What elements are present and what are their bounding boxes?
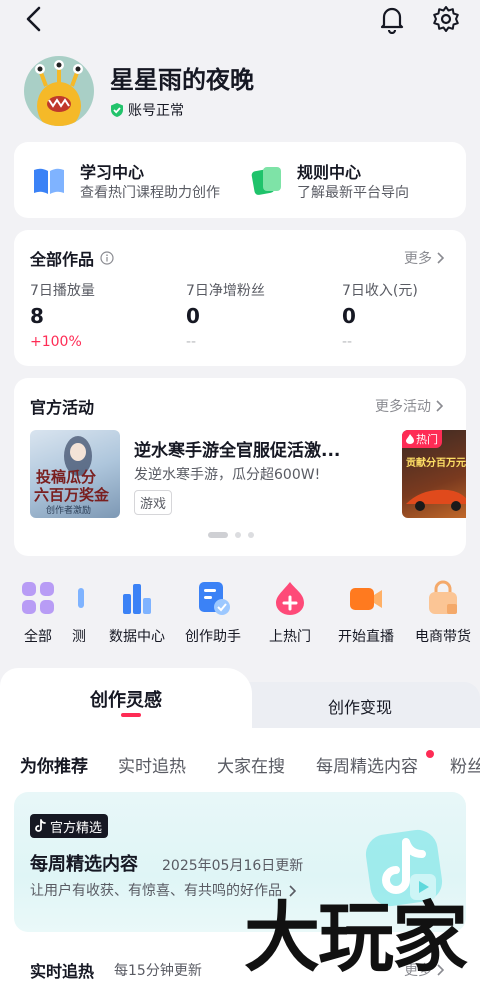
- hot-badge-label: 热门: [416, 433, 438, 446]
- stat-followers-change: --: [186, 334, 197, 350]
- stat-plays-label: 7日播放量: [30, 283, 95, 299]
- shopping-bag-icon: [425, 580, 461, 616]
- chevron-right-icon: [436, 400, 443, 412]
- subtab-recommend[interactable]: 为你推荐: [20, 752, 88, 777]
- realtime-subtitle: 每15分钟更新: [114, 963, 202, 979]
- gear-icon[interactable]: [431, 4, 461, 34]
- tool-live-label: 开始直播: [338, 629, 394, 645]
- activity-name[interactable]: 逆水寒手游全官服促活激...: [134, 436, 340, 461]
- tool-data-center-label: 数据中心: [109, 629, 165, 645]
- subtab-weekly[interactable]: 每周精选内容: [316, 752, 418, 777]
- tab-inspiration[interactable]: 创作灵感: [90, 686, 162, 712]
- account-status[interactable]: 账号正常: [110, 100, 184, 120]
- rules-center[interactable]: 规则中心 了解最新平台导向: [240, 142, 466, 218]
- activity-title: 官方活动: [30, 398, 95, 417]
- carousel-dot: [248, 532, 254, 538]
- next-poster-text: 贡献分百万元: [406, 458, 466, 469]
- subtab-realtime[interactable]: 实时追热: [118, 752, 186, 777]
- tool-ecommerce[interactable]: 电商带货: [403, 580, 480, 646]
- tab-monetization[interactable]: 创作变现: [328, 694, 392, 718]
- live-camera-icon: [348, 580, 384, 616]
- top-bar: [0, 0, 480, 40]
- stat-followers[interactable]: 7日净增粉丝 0 --: [186, 280, 265, 350]
- activity-more-link[interactable]: 更多活动: [375, 396, 443, 416]
- avatar[interactable]: [24, 56, 94, 126]
- stat-followers-label: 7日净增粉丝: [186, 283, 265, 299]
- subtab-fans[interactable]: 粉丝: [450, 752, 480, 777]
- rules-icon: [250, 164, 284, 200]
- bar-chart-icon: [119, 580, 155, 616]
- activity-poster-next[interactable]: 热门 贡献分百万元: [402, 430, 466, 518]
- poster-line-3: 创作者激励: [46, 506, 92, 516]
- partial-tool-icon: [74, 580, 86, 616]
- stat-income-value: 0: [342, 304, 356, 328]
- stat-income-label: 7日收入(元): [342, 283, 418, 299]
- weekly-date: 2025年05月16日更新: [162, 858, 304, 874]
- learning-center-title: 学习中心: [80, 163, 145, 182]
- carousel-dot-active: [208, 532, 228, 538]
- activity-more-label: 更多活动: [375, 399, 431, 415]
- chevron-right-icon: [437, 252, 444, 264]
- stat-followers-value: 0: [186, 304, 200, 328]
- activity-tag: 游戏: [134, 490, 173, 515]
- tool-data-center[interactable]: 数据中心: [97, 580, 177, 646]
- carousel-dot: [235, 532, 241, 538]
- stat-plays-change: +100%: [30, 334, 82, 350]
- rules-center-title: 规则中心: [297, 163, 362, 182]
- works-title: 全部作品: [30, 250, 95, 269]
- flame-plus-icon: [272, 580, 308, 616]
- notification-dot: [426, 750, 434, 758]
- username: 星星雨的夜晚: [110, 66, 254, 94]
- realtime-title: 实时追热: [30, 962, 95, 981]
- tool-live[interactable]: 开始直播: [326, 580, 406, 646]
- tiktok-icon: [35, 819, 46, 832]
- stat-income[interactable]: 7日收入(元) 0 --: [342, 280, 418, 350]
- activity-card: 官方活动 更多活动 投稿瓜分 六百万奖金 创作者激励 逆水寒手游全官服促活激..…: [14, 378, 466, 556]
- works-more-link[interactable]: 更多: [404, 248, 444, 268]
- tool-boost[interactable]: 上热门: [250, 580, 330, 646]
- watermark: 大玩家: [244, 893, 468, 982]
- official-badge: 官方精选: [30, 814, 109, 838]
- tool-boost-label: 上热门: [269, 629, 311, 645]
- tool-assistant[interactable]: 创作助手: [173, 580, 253, 646]
- bell-icon[interactable]: [378, 4, 406, 35]
- works-header: 全部作品: [30, 246, 114, 270]
- info-icon[interactable]: [100, 251, 114, 265]
- stat-income-change: --: [342, 334, 353, 350]
- hot-badge: 热门: [402, 430, 442, 448]
- stat-plays[interactable]: 7日播放量 8 +100%: [30, 280, 95, 350]
- tab-underline: [121, 713, 141, 717]
- tool-ecommerce-label: 电商带货: [415, 629, 471, 645]
- subtab-searching[interactable]: 大家在搜: [217, 752, 285, 777]
- book-icon: [32, 166, 66, 200]
- poster-line-2: 六百万奖金: [34, 486, 110, 504]
- works-card: 全部作品 更多 7日播放量 8 +100% 7日净增粉丝 0 -- 7日收入(元…: [14, 230, 466, 366]
- rules-center-subtitle: 了解最新平台导向: [297, 185, 409, 201]
- account-status-text: 账号正常: [128, 103, 184, 119]
- works-more-label: 更多: [404, 251, 432, 267]
- tool-assistant-label: 创作助手: [185, 629, 241, 645]
- activity-description: 发逆水寒手游，瓜分超600W!: [134, 467, 321, 483]
- back-icon[interactable]: [22, 4, 48, 34]
- carousel-dots: [208, 532, 261, 538]
- tool-partial-label: 测: [72, 629, 86, 645]
- shield-check-icon: [111, 103, 123, 117]
- assistant-icon: [195, 580, 231, 616]
- learning-center[interactable]: 学习中心 查看热门课程助力创作: [14, 142, 240, 218]
- official-badge-label: 官方精选: [50, 820, 103, 836]
- learning-center-subtitle: 查看热门课程助力创作: [80, 185, 220, 201]
- tool-partial[interactable]: 测: [42, 580, 86, 646]
- centers-card: 学习中心 查看热门课程助力创作 规则中心 了解最新平台导向: [14, 142, 466, 218]
- flame-icon: [406, 434, 414, 444]
- weekly-title: 每周精选内容: [30, 854, 138, 875]
- stat-plays-value: 8: [30, 304, 44, 328]
- activity-poster[interactable]: 投稿瓜分 六百万奖金 创作者激励: [30, 430, 120, 518]
